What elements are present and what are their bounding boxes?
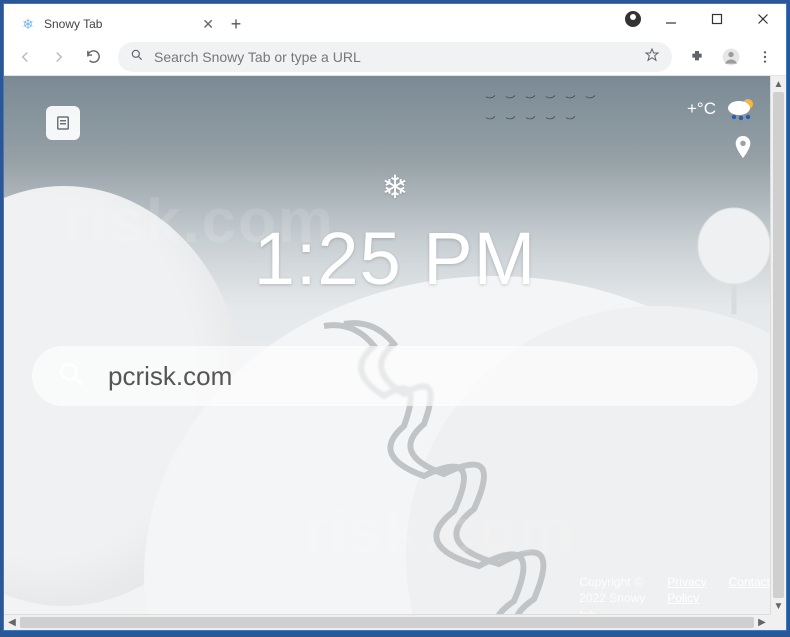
search-input[interactable] [108, 361, 732, 392]
scroll-left-arrow[interactable]: ◀ [4, 615, 20, 631]
search-bar[interactable] [32, 346, 758, 406]
center-block: ❄ 1:25 PM [4, 168, 786, 301]
search-container [32, 346, 758, 406]
scroll-right-arrow[interactable]: ▶ [754, 615, 770, 631]
extensions-icon[interactable] [682, 42, 712, 72]
search-icon [130, 48, 144, 65]
minimize-button[interactable] [648, 4, 694, 34]
vertical-scrollbar[interactable]: ▲ ▼ [770, 76, 786, 614]
weather-icon [726, 96, 758, 122]
search-icon [58, 361, 84, 392]
maximize-button[interactable] [694, 4, 740, 34]
location-pin-icon[interactable] [732, 134, 754, 165]
snowflake-icon: ❄ [382, 168, 409, 206]
scroll-track[interactable] [20, 615, 754, 630]
scroll-down-arrow[interactable]: ▼ [771, 598, 787, 614]
close-window-button[interactable] [740, 4, 786, 34]
scroll-track[interactable] [771, 92, 786, 598]
scroll-thumb[interactable] [773, 92, 784, 598]
weather-widget[interactable]: +°C [687, 96, 758, 122]
scroll-up-arrow[interactable]: ▲ [771, 76, 787, 92]
reload-button[interactable] [78, 42, 108, 72]
page-content: ︶︶︶︶ ︶︶︶︶ ︶︶︶ risk.com risk.com +°C [4, 76, 786, 630]
tab-title: Snowy Tab [44, 17, 202, 31]
back-button[interactable] [10, 42, 40, 72]
scroll-thumb[interactable] [20, 617, 754, 628]
bookmark-star-icon[interactable] [644, 47, 660, 66]
temperature-label: +°C [687, 99, 716, 119]
snowflake-favicon: ❄ [20, 16, 36, 32]
privacy-link[interactable]: Privacy [667, 574, 706, 591]
browser-window: ❄ Snowy Tab ✕ + Search Snowy Tab or type… [3, 3, 787, 631]
forward-button[interactable] [44, 42, 74, 72]
notes-button[interactable] [46, 106, 80, 140]
horizontal-scrollbar[interactable]: ◀ ▶ [4, 614, 770, 630]
titlebar: ❄ Snowy Tab ✕ + [4, 4, 786, 38]
profile-indicator-icon[interactable] [618, 4, 648, 34]
birds-decor: ︶︶︶︶ ︶︶︶︶ ︶︶︶ [486, 92, 606, 128]
new-tab-button[interactable]: + [222, 10, 250, 38]
scroll-corner [770, 614, 786, 630]
omnibox-placeholder: Search Snowy Tab or type a URL [154, 49, 361, 65]
address-bar[interactable]: Search Snowy Tab or type a URL [118, 42, 672, 72]
menu-button[interactable] [750, 42, 780, 72]
browser-tab[interactable]: ❄ Snowy Tab ✕ [12, 10, 222, 38]
profile-avatar-icon[interactable] [716, 42, 746, 72]
policy-link[interactable]: Policy [667, 590, 706, 607]
contact-link[interactable]: Contact [729, 574, 770, 591]
tab-close-icon[interactable]: ✕ [202, 16, 214, 33]
clock-display: 1:25 PM [254, 216, 537, 301]
browser-toolbar: Search Snowy Tab or type a URL [4, 38, 786, 76]
